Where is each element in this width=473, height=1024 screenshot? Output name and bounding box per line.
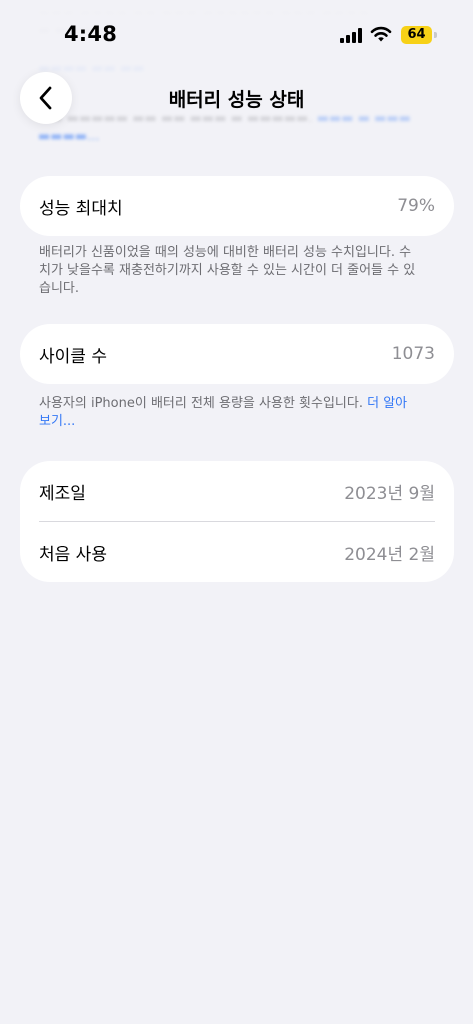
- max-capacity-label: 성능 최대치: [39, 198, 123, 219]
- status-time: 4:48: [64, 22, 118, 46]
- first-use-label: 처음 사용: [39, 544, 107, 565]
- max-capacity-row: 성능 최대치 79%: [20, 176, 454, 236]
- battery-cap: [434, 32, 437, 38]
- max-capacity-value: 79%: [397, 196, 435, 216]
- wifi-icon: [370, 26, 392, 42]
- manufacture-date-value: 2023년 9월: [344, 483, 435, 504]
- cycle-count-value: 1073: [391, 344, 435, 364]
- cycle-count-row: 사이클 수 1073: [20, 324, 454, 384]
- manufacture-date-row: 제조일 2023년 9월: [20, 461, 454, 521]
- page-title: 배터리 성능 상태: [168, 89, 305, 111]
- cellular-signal-icon: [340, 28, 362, 43]
- first-use-row: 처음 사용 2024년 2월: [20, 522, 454, 582]
- first-use-value: 2024년 2월: [344, 544, 435, 565]
- cycle-count-label: 사이클 수: [39, 346, 107, 367]
- cycle-count-note: 사용자의 iPhone이 배터리 전체 용량을 사용한 횟수입니다. 더 알아보…: [39, 395, 419, 431]
- cycle-count-note-text: 사용자의 iPhone이 배터리 전체 용량을 사용한 횟수입니다.: [39, 396, 368, 411]
- max-capacity-note: 배터리가 신품이었을 때의 성능에 대비한 배터리 성능 수치입니다. 수치가 …: [39, 245, 416, 296]
- cycle-count-card: 사이클 수 1073: [20, 324, 454, 384]
- dates-card: 제조일 2023년 9월 처음 사용 2024년 2월: [20, 461, 454, 582]
- battery-icon: 64: [401, 26, 432, 44]
- max-capacity-card: 성능 최대치 79%: [20, 176, 454, 236]
- status-bar: 4:48 64: [0, 0, 473, 64]
- manufacture-date-label: 제조일: [39, 483, 86, 504]
- screen: ▬▬▬ ▬▬▬▬ ▬▬ ▬▬▬ ▬▬▬▬▬▬ ▬▬▬ ▬▬▬▬▬ ▬▬▬▬▬ ▬…: [0, 0, 473, 1024]
